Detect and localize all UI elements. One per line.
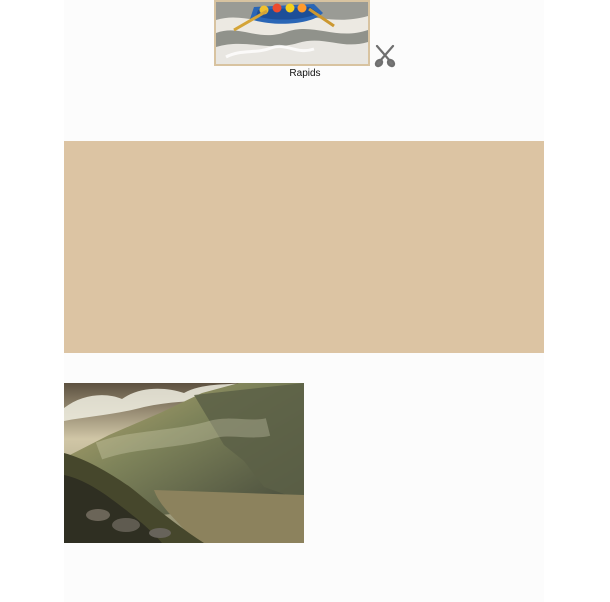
page: Rapids	[0, 0, 610, 602]
tan-band	[64, 141, 544, 353]
rapids-caption: Rapids	[289, 68, 321, 79]
mountain-valley-photo[interactable]	[64, 383, 304, 543]
rafting-photo	[216, 2, 368, 64]
crossed-paddles-icon	[372, 42, 398, 68]
rapids-photo-card[interactable]	[214, 0, 370, 66]
